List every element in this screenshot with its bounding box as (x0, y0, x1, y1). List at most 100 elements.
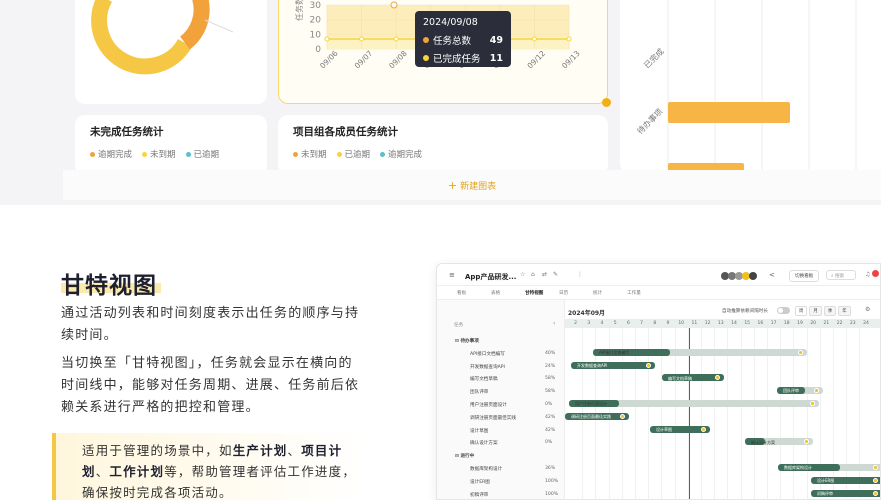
task-row-label[interactable]: 设计ER图 (470, 479, 490, 485)
mini-gantt-grid (667, 0, 857, 175)
scale-option[interactable]: 周 (795, 306, 808, 316)
gantt-window: ≡ App产品研发... ☆ ⌂ ⇄ ✎ ⋮ < 切换看板 ⌕ 搜索 ♫ 看板 表… (436, 263, 881, 500)
gantt-topbar: ≡ App产品研发... ☆ ⌂ ⇄ ✎ ⋮ < 切换看板 ⌕ 搜索 ♫ (437, 264, 880, 286)
refresh-icon[interactable]: ⇄ (542, 271, 547, 278)
series-point (359, 36, 365, 42)
gantt-bar-label: API接口文档编写 (599, 350, 630, 355)
quote-text: 适用于管理的场景中，如生产计划、项目计划、工作计划等，帮助管理者评估工作进度，确… (82, 440, 364, 500)
view-tab[interactable]: 统计 (593, 290, 602, 296)
quote-fragment: 、 (95, 464, 110, 479)
tooltip-anchor-point (390, 1, 398, 9)
gantt-bar-label: 团队评审 (783, 388, 799, 394)
task-row-label[interactable]: 调研注册页面最佳实践 (470, 415, 516, 421)
legend-item[interactable]: 逾期完成 (90, 148, 132, 160)
more-icon[interactable]: ⋮ (577, 271, 583, 278)
assignee-avatar[interactable] (873, 465, 878, 470)
legend-item[interactable]: 未到期 (293, 148, 327, 160)
tooltip-dot (423, 37, 429, 43)
x-tick-label: 09/07 (353, 49, 375, 71)
legend-dot (185, 151, 191, 157)
brush-icon[interactable]: ✎ (553, 271, 558, 278)
donut-segment (179, 0, 210, 50)
view-tab[interactable]: 甘特视图 (525, 290, 543, 296)
tooltip-row: 任务总数 49 (423, 33, 503, 47)
view-tab[interactable]: 看板 (457, 290, 466, 296)
legend-label: 逾期完成 (98, 150, 133, 160)
scale-option[interactable]: 月 (809, 306, 822, 316)
star-icon[interactable]: ☆ (520, 271, 525, 278)
task-group-header[interactable]: ⊟ 待办事项 (455, 338, 479, 344)
view-tab[interactable]: 表格 (491, 290, 500, 296)
member-avatar[interactable] (749, 272, 757, 280)
switch-board-button[interactable]: 切换看板 (789, 270, 820, 282)
task-progress: 0% (545, 440, 553, 446)
series-point (566, 36, 572, 42)
menu-icon[interactable]: ≡ (449, 271, 455, 279)
project-title[interactable]: App产品研发... (465, 272, 516, 282)
view-tab[interactable]: 日历 (559, 290, 568, 296)
legend-item[interactable]: 逾期完成 (380, 148, 422, 160)
donut-chart-card (75, 0, 267, 104)
collapse-icon[interactable]: ‹ (553, 320, 555, 327)
member-tasks-card: 项目组各成员任务统计 未到期 已逾期 逾期完成 (278, 115, 608, 175)
chart-tooltip: 2024/09/08 任务总数 49 已完成任务 11 (415, 11, 511, 67)
task-row-label[interactable]: 初稿评审 (470, 492, 488, 498)
day-tick-label: 15 (744, 321, 751, 326)
y-tick-label: 20 (310, 16, 322, 26)
legend-item[interactable]: 已逾期 (185, 148, 219, 160)
legend-label: 未到期 (301, 150, 327, 160)
quote-keyword: 工作计划 (109, 464, 165, 479)
x-tick-label: 09/13 (560, 49, 582, 71)
task-row-label[interactable]: 团队评审 (470, 389, 488, 395)
day-tick-label: 9 (666, 321, 670, 326)
gantt-timeline: 2024年09月 自动推算依赖间隔时长 周月季年 ⚙ 2 3 4 5 6 7 8 9 10 11 1… (565, 300, 880, 499)
day-grid-line (859, 328, 861, 499)
month-label: 2024年09月 (568, 310, 606, 317)
task-row-label[interactable]: 编写文档草稿 (470, 376, 498, 382)
task-row-label[interactable]: API接口文档编写 (470, 351, 505, 357)
legend-item[interactable]: 已逾期 (336, 148, 370, 160)
lock-icon[interactable]: ⌂ (531, 271, 535, 278)
assignee-avatar[interactable] (873, 490, 878, 496)
view-tab[interactable]: 工作量 (627, 290, 641, 296)
card-legend: 未到期 已逾期 逾期完成 (293, 148, 422, 160)
task-row-label[interactable]: 设计草图 (470, 428, 488, 434)
day-tick-label: 8 (653, 321, 657, 326)
task-row-label[interactable]: 确认设计方案 (470, 440, 498, 446)
assignee-avatar[interactable] (701, 426, 706, 432)
donut-chart (91, 0, 234, 75)
new-chart-button[interactable]: + 新建图表 (63, 170, 881, 200)
assignee-avatar[interactable] (798, 349, 803, 355)
scale-option[interactable]: 季 (823, 306, 837, 316)
assignee-avatar[interactable] (646, 362, 651, 368)
gantt-bar-label: 调研注册页面最佳实践 (571, 414, 611, 419)
settings-icon[interactable]: ⚙ (865, 306, 870, 313)
task-group-header[interactable]: ⊟ 进行中 (455, 453, 474, 459)
assignee-avatar[interactable] (873, 477, 878, 483)
mini-gantt-bar (668, 102, 790, 123)
gantt-bar-label: 设计ER图 (817, 478, 835, 483)
legend-item[interactable]: 未到期 (142, 148, 176, 160)
day-tick-label: 6 (626, 321, 630, 326)
task-row-label[interactable]: 用户注册页面设计 (470, 402, 507, 408)
gantt-bar-label: 设计草图 (656, 426, 672, 432)
day-tick-label: 14 (731, 321, 737, 326)
day-tick-label: 22 (836, 321, 843, 326)
assignee-avatar[interactable] (810, 401, 815, 406)
assignee-avatar[interactable] (620, 413, 625, 419)
scale-option[interactable]: 年 (838, 306, 851, 316)
new-chart-label: 新建图表 (460, 181, 497, 192)
day-tick-label: 17 (770, 321, 777, 326)
share-icon[interactable]: < (769, 271, 775, 279)
legend-label: 逾期完成 (388, 150, 423, 160)
task-row-label[interactable]: 开发数据查询API (470, 364, 505, 370)
task-progress: 42% (545, 414, 556, 420)
scale-switcher: 周月季年 (795, 306, 851, 316)
task-row-label[interactable]: 数据库架构设计 (470, 466, 502, 472)
view-tabs: 看板 表格 甘特视图 日历 统计 工作量 (437, 286, 880, 300)
search-input[interactable]: ⌕ 搜索 (826, 270, 856, 280)
resize-handle[interactable] (602, 98, 611, 107)
day-tick-label: 13 (717, 321, 724, 326)
bell-icon[interactable]: ♫ (865, 271, 870, 278)
day-grid-line (819, 328, 821, 499)
